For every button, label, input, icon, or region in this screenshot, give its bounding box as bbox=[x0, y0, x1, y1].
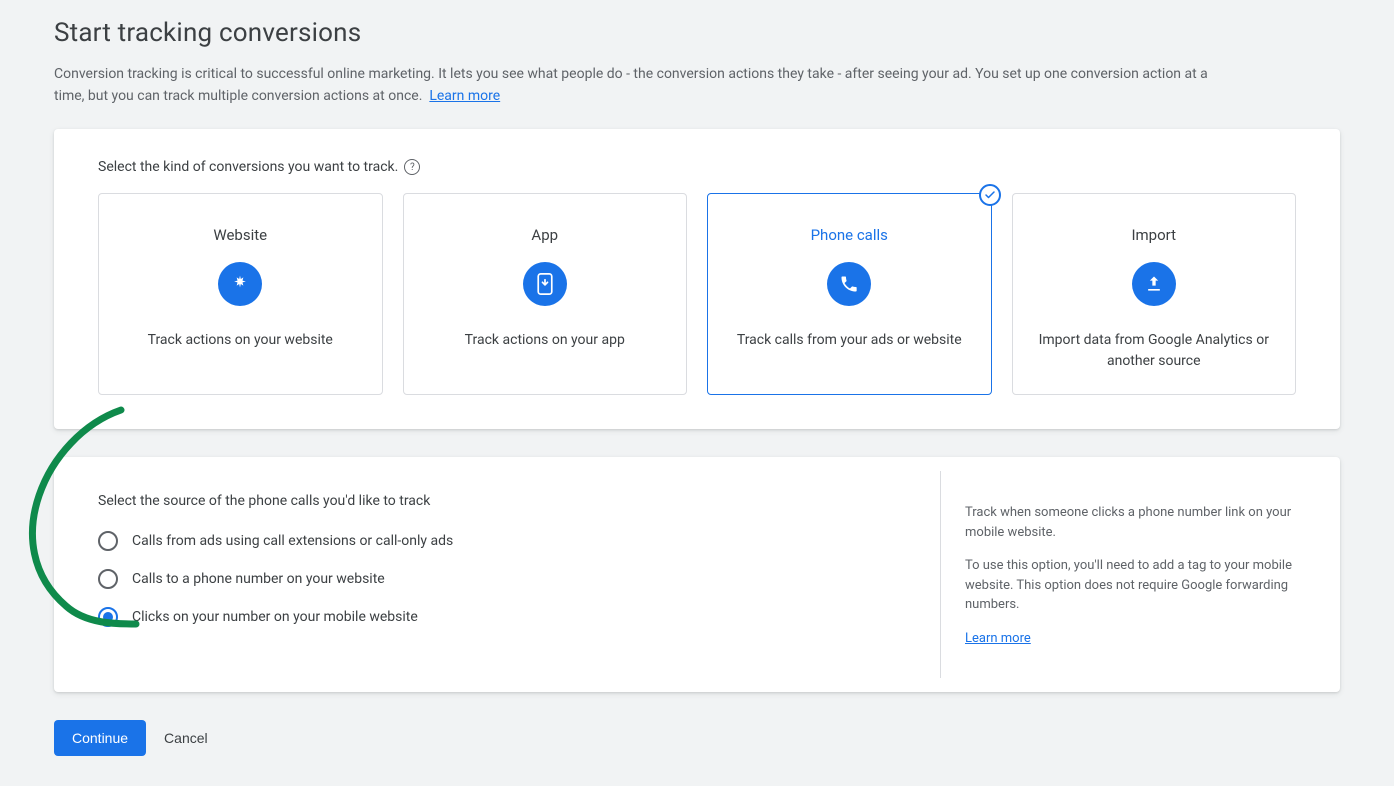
type-option-phone-calls[interactable]: Phone calls Track calls from your ads or… bbox=[707, 193, 992, 395]
source-option-mobile-clicks[interactable]: Clicks on your number on your mobile web… bbox=[98, 607, 896, 627]
source-prompt: Select the source of the phone calls you… bbox=[98, 493, 896, 509]
info-p2: To use this option, you'll need to add a… bbox=[965, 556, 1310, 615]
intro-text: Conversion tracking is critical to succe… bbox=[54, 64, 1234, 107]
call-source-card: Select the source of the phone calls you… bbox=[54, 457, 1340, 692]
continue-button[interactable]: Continue bbox=[54, 720, 146, 756]
type-desc: Import data from Google Analytics or ano… bbox=[1031, 330, 1278, 372]
type-desc: Track actions on your website bbox=[148, 330, 333, 351]
upload-icon bbox=[1132, 262, 1176, 306]
help-icon[interactable]: ? bbox=[404, 159, 420, 175]
type-grid: Website Track actions on your website Ap… bbox=[98, 193, 1296, 395]
type-prompt: Select the kind of conversions you want … bbox=[98, 159, 398, 175]
type-title: Website bbox=[213, 226, 267, 244]
type-desc: Track calls from your ads or website bbox=[737, 330, 962, 351]
type-option-app[interactable]: App Track actions on your app bbox=[403, 193, 688, 395]
radio-label: Calls from ads using call extensions or … bbox=[132, 533, 453, 549]
info-p1: Track when someone clicks a phone number… bbox=[965, 503, 1310, 542]
check-badge-icon bbox=[979, 184, 1001, 206]
phone-icon bbox=[827, 262, 871, 306]
radio-icon bbox=[98, 607, 118, 627]
radio-label: Calls to a phone number on your website bbox=[132, 571, 385, 587]
action-row: Continue Cancel bbox=[54, 720, 1340, 756]
radio-label: Clicks on your number on your mobile web… bbox=[132, 609, 418, 625]
source-option-call-extensions[interactable]: Calls from ads using call extensions or … bbox=[98, 531, 896, 551]
smartphone-icon bbox=[523, 262, 567, 306]
cursor-click-icon bbox=[218, 262, 262, 306]
source-option-website-number[interactable]: Calls to a phone number on your website bbox=[98, 569, 896, 589]
cancel-button[interactable]: Cancel bbox=[164, 730, 208, 746]
type-desc: Track actions on your app bbox=[465, 330, 625, 351]
source-info-panel: Track when someone clicks a phone number… bbox=[940, 471, 1340, 678]
conversion-type-card: Select the kind of conversions you want … bbox=[54, 129, 1340, 429]
page-title: Start tracking conversions bbox=[54, 18, 1340, 48]
radio-icon bbox=[98, 531, 118, 551]
info-learn-more-link[interactable]: Learn more bbox=[965, 631, 1031, 646]
intro-body: Conversion tracking is critical to succe… bbox=[54, 66, 1208, 104]
type-title: App bbox=[531, 226, 558, 244]
intro-learn-more-link[interactable]: Learn more bbox=[429, 88, 500, 104]
type-option-import[interactable]: Import Import data from Google Analytics… bbox=[1012, 193, 1297, 395]
radio-icon bbox=[98, 569, 118, 589]
type-option-website[interactable]: Website Track actions on your website bbox=[98, 193, 383, 395]
type-title: Import bbox=[1131, 226, 1176, 244]
type-title: Phone calls bbox=[811, 226, 888, 244]
